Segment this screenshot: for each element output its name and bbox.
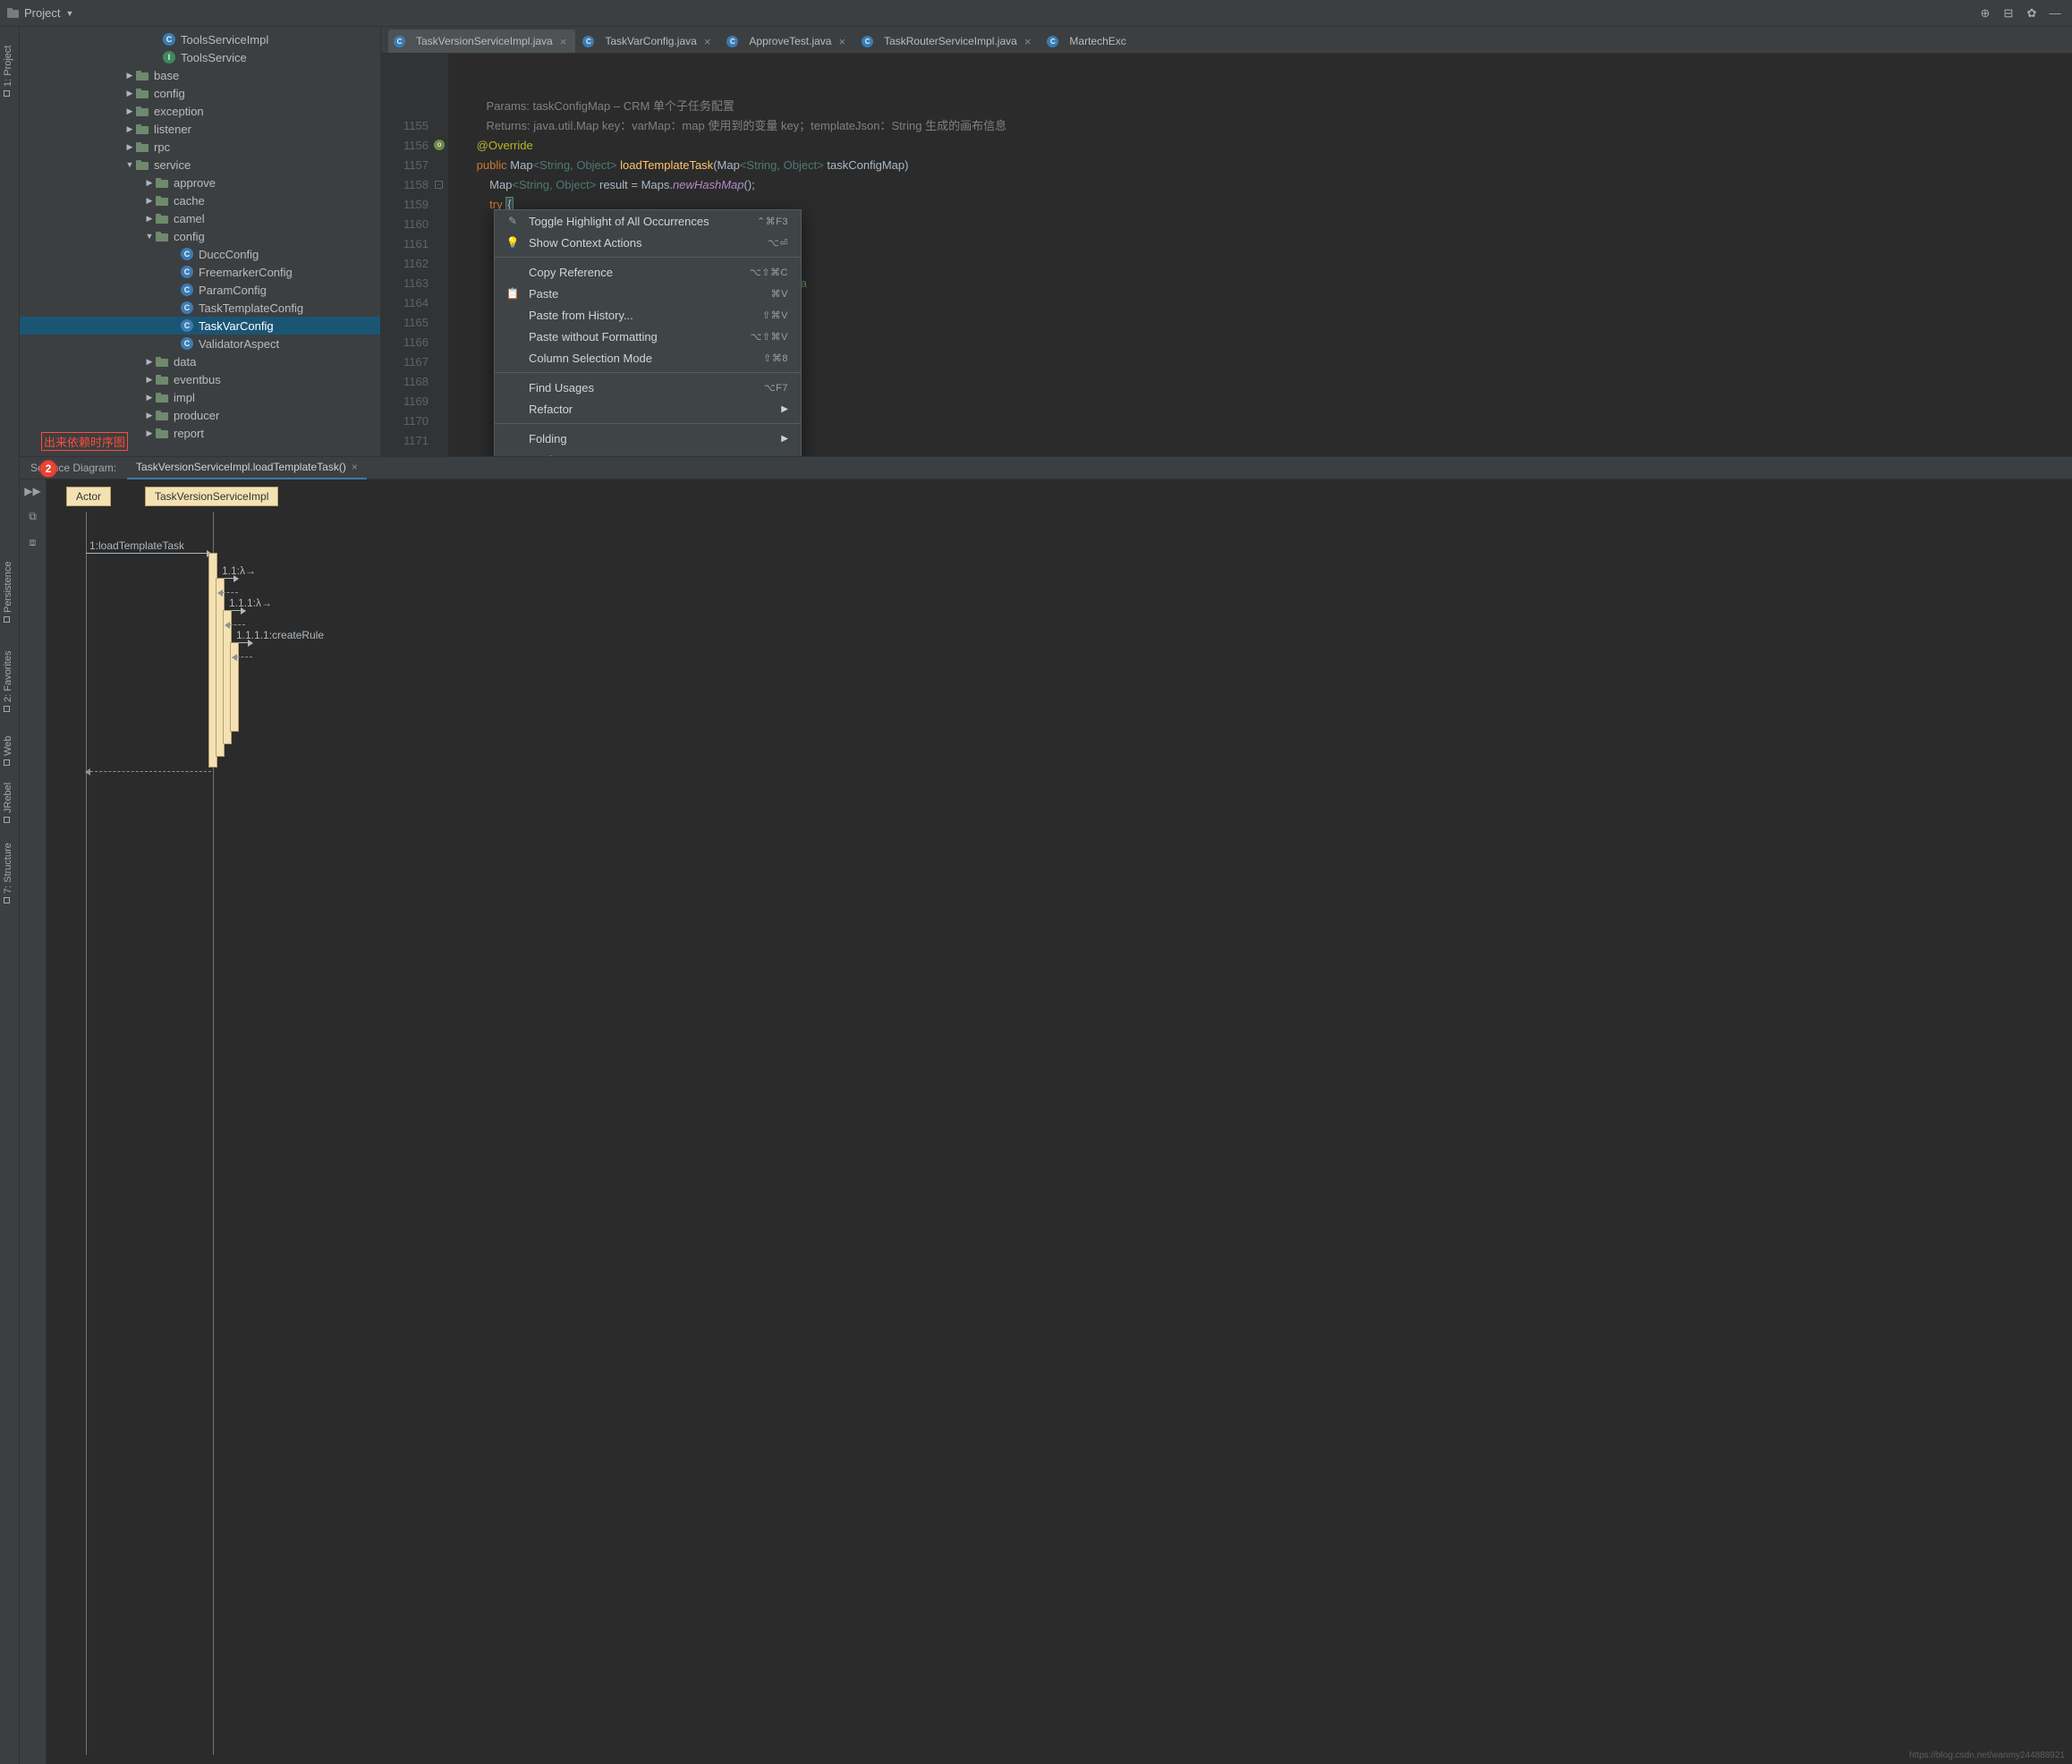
menu-item-analyze[interactable]: Analyze▶: [495, 449, 801, 456]
hide-icon[interactable]: —: [2047, 6, 2063, 20]
menu-item-folding[interactable]: Folding▶: [495, 428, 801, 449]
editor-tab[interactable]: CTaskVarConfig.java×: [577, 30, 719, 53]
editor-tabs: CTaskVersionServiceImpl.java× CTaskVarCo…: [381, 27, 2072, 54]
menu-item-find-usages[interactable]: Find Usages⌥F7: [495, 377, 801, 398]
menu-item-context-actions[interactable]: 💡Show Context Actions⌥⏎: [495, 232, 801, 253]
editor-tab[interactable]: CTaskRouterServiceImpl.java×: [856, 30, 1040, 53]
code-editor[interactable]: 1155 1156o 1157 1158− 1159 1160 1161 116…: [381, 54, 2072, 456]
project-tree[interactable]: CToolsServiceImpl IToolsService ▶base ▶c…: [20, 27, 380, 445]
highlighter-icon: ✎: [505, 215, 520, 227]
toolwindow-tab-jrebel[interactable]: JRebel: [3, 783, 13, 823]
chevron-right-icon: ▶: [781, 404, 788, 414]
toolwindow-tabbar: Se ence Diagram: TaskVersionServiceImpl.…: [20, 456, 2072, 479]
toolwindow-tab[interactable]: TaskVersionServiceImpl.loadTemplateTask(…: [127, 456, 367, 479]
annotation-dep-diagram: 出来依赖时序图: [41, 432, 128, 451]
menu-item-paste-nofmt[interactable]: Paste without Formatting⌥⇧⌘V: [495, 326, 801, 347]
override-gutter-icon[interactable]: o: [434, 140, 445, 150]
close-icon[interactable]: ×: [352, 461, 358, 473]
toolwindow-tab-structure[interactable]: 7: Structure: [3, 843, 13, 903]
clipboard-icon: 📋: [505, 287, 520, 300]
settings-icon[interactable]: ✿: [2024, 6, 2040, 21]
toolwindow-tab-persistence[interactable]: Persistence: [3, 562, 13, 623]
toolwindow-tab-favorites[interactable]: 2: Favorites: [3, 651, 13, 712]
tree-selected[interactable]: CTaskVarConfig: [20, 317, 380, 335]
locate-icon[interactable]: ⊕: [1977, 6, 1993, 21]
callout-badge-2: 2: [39, 460, 57, 478]
rerun-icon[interactable]: ▶▶: [24, 485, 40, 497]
sequence-diagram-panel: ▶▶ ⧉ ⧈ Actor TaskVersionServiceImpl 1:lo…: [20, 479, 2072, 1764]
class-icon: C: [163, 33, 175, 46]
chevron-down-icon: ▼: [65, 9, 73, 18]
expand-icon[interactable]: ⊟: [2000, 6, 2017, 21]
toolwindow-tab-project[interactable]: 1: Project: [3, 46, 13, 97]
seq-toolbar: ▶▶ ⧉ ⧈: [20, 479, 47, 1764]
interface-icon: I: [163, 51, 175, 64]
export-icon[interactable]: ⧉: [29, 510, 37, 523]
menu-item-paste[interactable]: 📋Paste⌘V: [495, 283, 801, 304]
menu-item-refactor[interactable]: Refactor▶: [495, 398, 801, 420]
close-icon[interactable]: ×: [560, 35, 567, 48]
seq-actor[interactable]: Actor: [66, 487, 111, 506]
project-icon: [7, 8, 19, 18]
menu-item-copy-reference[interactable]: Copy Reference⌥⇧⌘C: [495, 261, 801, 283]
watermark: https://blog.csdn.net/wanmy244888921: [1909, 1751, 2065, 1760]
left-toolwindow-bar: 1: Project Persistence 2: Favorites Web …: [0, 27, 20, 1764]
gutter: 1155 1156o 1157 1158− 1159 1160 1161 116…: [381, 54, 448, 456]
menu-item-paste-history[interactable]: Paste from History...⇧⌘V: [495, 304, 801, 326]
fold-icon[interactable]: −: [435, 181, 443, 189]
toolwindow-title: Se ence Diagram:: [20, 462, 127, 474]
project-toolbar: Project ▼ ⊕ ⊟ ✿ —: [0, 0, 2072, 27]
bulb-icon: 💡: [505, 236, 520, 249]
sequence-diagram[interactable]: Actor TaskVersionServiceImpl 1:loadTempl…: [47, 479, 2072, 1764]
seq-lifeline-head[interactable]: TaskVersionServiceImpl: [145, 487, 278, 506]
project-tree-panel: CToolsServiceImpl IToolsService ▶base ▶c…: [20, 27, 381, 456]
options-icon[interactable]: ⧈: [30, 536, 37, 549]
editor-tab[interactable]: CMartechExc: [1041, 30, 1134, 53]
menu-item-column-select[interactable]: Column Selection Mode⇧⌘8: [495, 347, 801, 369]
editor-tab[interactable]: CTaskVersionServiceImpl.java×: [388, 30, 575, 53]
project-view-label: Project: [24, 6, 60, 20]
project-view-combo[interactable]: Project ▼: [0, 6, 81, 20]
editor-tab[interactable]: CApproveTest.java×: [721, 30, 854, 53]
editor-context-menu: ✎Toggle Highlight of All Occurrences⌃⌘F3…: [494, 209, 802, 456]
seq-message[interactable]: 1:loadTemplateTask: [86, 553, 211, 554]
menu-item-toggle-highlight[interactable]: ✎Toggle Highlight of All Occurrences⌃⌘F3: [495, 210, 801, 232]
toolwindow-tab-web[interactable]: Web: [3, 736, 13, 766]
